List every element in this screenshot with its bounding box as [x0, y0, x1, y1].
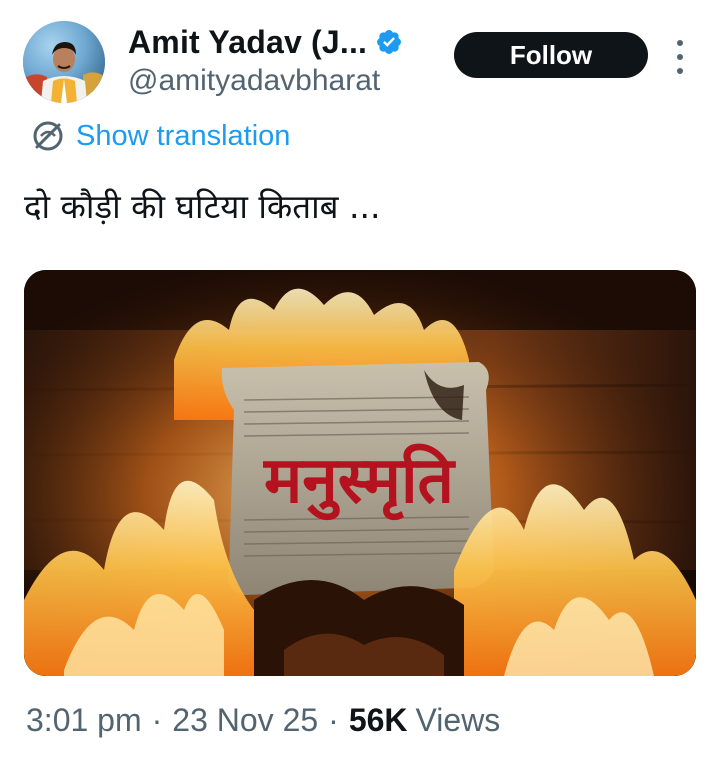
- tweet-time[interactable]: 3:01 pm: [26, 702, 142, 739]
- display-name[interactable]: Amit Yadav (J...: [128, 24, 367, 61]
- more-vertical-icon: [677, 40, 683, 46]
- translate-icon: [33, 121, 63, 151]
- more-dot: [677, 68, 683, 74]
- more-dot: [677, 54, 683, 60]
- translation-label: Show translation: [76, 119, 291, 152]
- verified-badge-icon: [377, 30, 402, 54]
- tweet-text: दो कौड़ी की घटिया किताब ...: [24, 187, 381, 226]
- author-name-row[interactable]: Amit Yadav (J...: [128, 22, 403, 62]
- tweet-card: Amit Yadav (J... @amityadavbharat Follow…: [0, 0, 720, 771]
- views-count: 56K: [348, 702, 408, 738]
- more-options-button[interactable]: [670, 40, 690, 74]
- avatar[interactable]: [23, 21, 105, 103]
- meta-separator: ·: [151, 702, 163, 738]
- tweet-image[interactable]: मनुस्मृति: [24, 270, 696, 676]
- views-label: Views: [415, 702, 501, 738]
- author-handle[interactable]: @amityadavbharat: [128, 64, 380, 98]
- follow-button[interactable]: Follow: [454, 32, 648, 78]
- show-translation-link[interactable]: Show translation: [30, 118, 290, 154]
- meta-separator: ·: [328, 702, 339, 738]
- tweet-date[interactable]: 23 Nov 25: [172, 702, 318, 739]
- media-overlay-text: मनुस्मृति: [263, 443, 457, 521]
- tweet-meta: 3:01 pm · 23 Nov 25 · 56K Views: [26, 702, 500, 739]
